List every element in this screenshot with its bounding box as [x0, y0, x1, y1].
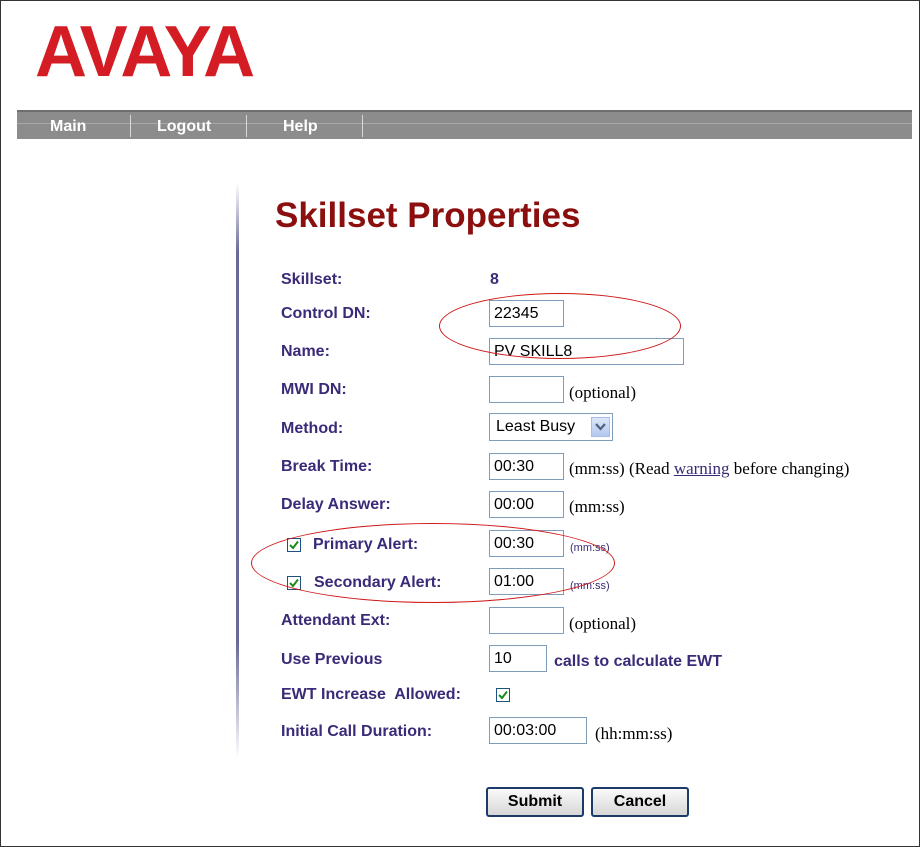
page-title: Skillset Properties [275, 196, 581, 235]
initial-call-duration-input[interactable] [489, 717, 587, 744]
mwi-dn-note: (optional) [569, 383, 637, 402]
break-time-note: (mm:ss) (Read warning before changing) [569, 459, 850, 478]
delay-answer-label: Delay Answer: [281, 496, 391, 513]
initial-call-duration-label: Initial Call Duration: [281, 723, 433, 740]
break-time-label: Break Time: [281, 458, 373, 475]
secondary-alert-label: Secondary Alert: [314, 574, 442, 591]
delay-answer-input[interactable] [489, 491, 564, 518]
secondary-alert-input[interactable] [489, 568, 564, 595]
attendant-ext-input[interactable] [489, 607, 564, 634]
check-icon [289, 578, 299, 588]
primary-alert-label: Primary Alert: [313, 536, 419, 553]
attendant-ext-note: (optional) [569, 614, 637, 633]
use-previous-input[interactable] [489, 645, 547, 672]
control-dn-label: Control DN: [281, 305, 371, 322]
initial-call-duration-note: (hh:mm:ss) [595, 724, 673, 743]
check-icon [289, 540, 299, 550]
method-select[interactable]: Least Busy [489, 413, 613, 441]
method-label: Method: [281, 420, 344, 437]
break-time-input[interactable] [489, 453, 564, 480]
check-icon [498, 690, 508, 700]
warning-link[interactable]: warning [674, 459, 730, 478]
name-label: Name: [281, 343, 330, 360]
use-previous-label: Use Previous [281, 651, 383, 668]
nav-main[interactable]: Main [50, 118, 86, 136]
chevron-down-icon[interactable] [591, 417, 610, 437]
submit-button[interactable]: Submit [486, 787, 584, 817]
use-previous-note: calls to calculate EWT [554, 653, 723, 670]
ewt-increase-label: EWT Increase Allowed: [281, 686, 461, 703]
secondary-alert-note: (mm:ss) [570, 580, 610, 592]
skillset-value: 8 [490, 271, 499, 288]
left-divider [236, 183, 239, 758]
control-dn-input[interactable] [489, 300, 564, 327]
mwi-dn-label: MWI DN: [281, 381, 347, 398]
secondary-alert-checkbox[interactable] [287, 576, 301, 590]
attendant-ext-label: Attendant Ext: [281, 612, 391, 629]
logo-text: AVAYA [35, 18, 254, 92]
method-selected: Least Busy [496, 418, 576, 435]
nav-help[interactable]: Help [283, 118, 318, 136]
name-input[interactable] [489, 338, 684, 365]
nav-logout[interactable]: Logout [157, 118, 211, 136]
avaya-logo: AVAYA [35, 18, 256, 92]
cancel-button[interactable]: Cancel [591, 787, 689, 817]
skillset-label: Skillset: [281, 271, 343, 288]
primary-alert-checkbox[interactable] [287, 538, 301, 552]
nav-bar: Main Logout Help [17, 110, 912, 139]
mwi-dn-input[interactable] [489, 376, 564, 403]
delay-answer-note: (mm:ss) [569, 497, 625, 516]
primary-alert-note: (mm:ss) [570, 542, 610, 554]
primary-alert-input[interactable] [489, 530, 564, 557]
ewt-increase-checkbox[interactable] [496, 688, 510, 702]
